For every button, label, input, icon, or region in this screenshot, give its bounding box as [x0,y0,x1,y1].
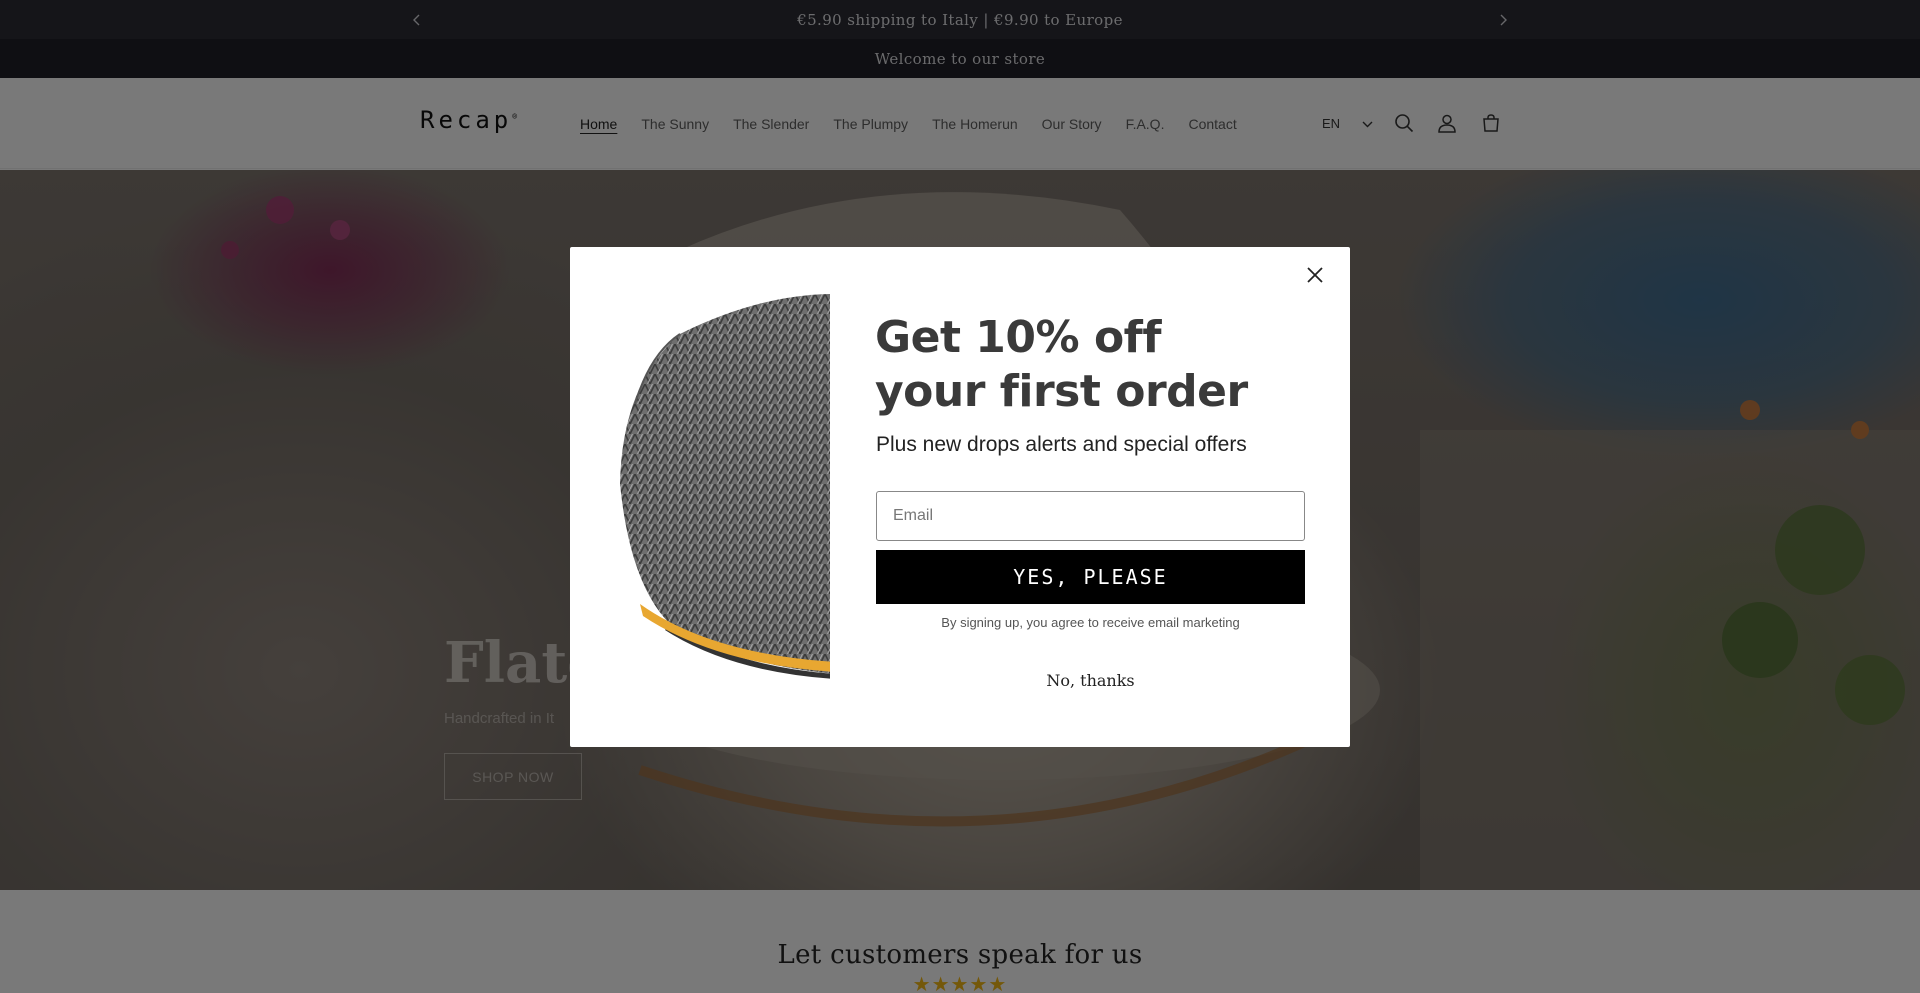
newsletter-popup: Get 10% off your first order Plus new dr… [570,247,1350,747]
consent-text: By signing up, you agree to receive emai… [941,615,1240,630]
close-icon[interactable] [1302,262,1328,288]
email-field[interactable] [876,491,1305,541]
popup-subtitle: Plus new drops alerts and special offers [876,433,1247,456]
flat-cap-image [610,294,830,679]
popup-title-line2: your first order [875,366,1248,417]
yes-please-button[interactable]: YES, PLEASE [876,550,1305,604]
no-thanks-link[interactable]: No, thanks [876,671,1305,690]
popup-title: Get 10% off your first order [875,311,1248,419]
popup-title-line1: Get 10% off [875,312,1161,363]
